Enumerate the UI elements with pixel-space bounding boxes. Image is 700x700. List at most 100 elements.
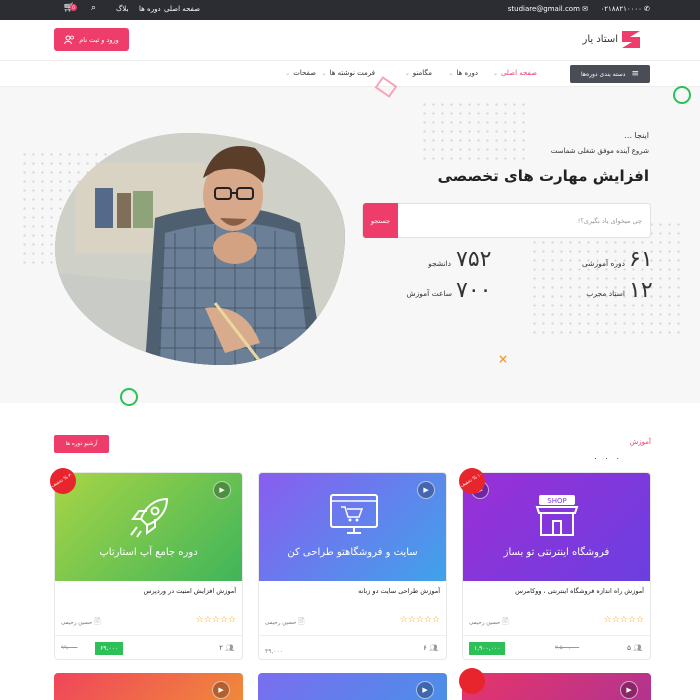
decor-circle [673,86,691,104]
stat-students-number: ۷۵۲ [456,247,492,272]
stat-students-label: دانشجو [428,259,451,268]
toplink-home[interactable]: صفحه اصلی [164,5,200,13]
rocket-icon [130,497,169,538]
chevron-down-icon: ⌄ [285,70,291,77]
nav-megamenu[interactable]: مگامنو⌄ [405,69,432,77]
course-card[interactable]: SHOP فروشگاه اینترنتی تو بساز ▶ آموزش را… [462,472,651,660]
section-dots: . . . [594,452,622,461]
email-link[interactable]: ✉ studiare@gmail.com [508,5,588,13]
nav-post-formats-label: فرمت نوشته ها [329,69,375,77]
price-text: ۴۹,۰۰۰ [265,648,284,655]
student-count: 👥︎ ۶ [423,644,438,652]
stat-courses-number: ۶۱ [629,247,653,272]
dot-pattern [530,220,680,340]
course-image-title: دوره جامع آپ استارتاپ [99,547,198,558]
search-button[interactable]: جستجو [363,203,398,238]
users-icon: 👥︎ [429,644,438,652]
teacher-avatar-icon: 🖹︎ [298,617,305,626]
course-image[interactable]: SHOP فروشگاه اینترنتی تو بساز ▶ [463,473,650,581]
play-icon[interactable]: ▶ [416,681,434,699]
nav-post-formats[interactable]: فرمت نوشته ها⌄ [322,69,375,77]
teacher-name-text: حسین رحیمی [469,620,501,626]
stat-teachers-number: ۱۲ [629,278,653,303]
course-name[interactable]: آموزش راه اندازه فروشگاه اینترنتی ، ووکا… [515,587,644,595]
chevron-down-icon: ⌄ [448,70,454,77]
stat-teachers-label: استاد مجرب [586,289,625,298]
course-card-partial[interactable]: ▶ [54,673,243,700]
teacher-name: 🖹︎ حسین رحیمی [61,616,101,630]
stat-courses-label: دوره آموزشی [581,259,625,268]
mail-icon: ✉ [582,5,588,13]
phone-number[interactable]: ✆ ۰۲۱۸۸۲۱۰۰۰۰ [601,5,650,13]
svg-text:SHOP: SHOP [547,497,566,505]
play-icon[interactable]: ▶ [212,681,230,699]
old-price: ۹۹,۰۰۰ [61,645,78,651]
card-footer: 👥︎ ۲ ۶۹,۰۰۰ ۹۹,۰۰۰ [55,635,242,659]
phone-icon: ✆ [644,5,650,13]
email-text: studiare@gmail.com [507,5,580,13]
rating-stars: ☆☆☆☆☆ [195,615,236,625]
course-card-partial[interactable]: ▶ [462,673,651,700]
old-price: ۲,۵۰۰,۰۰۰ [555,645,580,651]
nav-megamenu-label: مگامنو [412,69,432,77]
login-button[interactable]: ورود و ثبت نام [54,28,129,51]
toplink-courses[interactable]: دوره ها [139,5,161,13]
chevron-down-icon: ⌄ [404,70,410,77]
play-icon[interactable]: ▶ [213,481,231,499]
student-count-value: ۵ [627,644,631,652]
course-card-partial[interactable]: ▶ [258,673,447,700]
teacher-name: 🖹︎ حسین رحیمی [469,616,509,630]
hamburger-icon: ≡ [631,69,640,79]
dot-pattern [420,100,530,160]
student-count-value: ۲ [219,644,223,652]
course-card[interactable]: دوره جامع آپ استارتاپ ▶ آموزش افزایش امن… [54,472,243,660]
top-bar: ✆ ۰۲۱۸۸۲۱۰۰۰۰ ✉ studiare@gmail.com صفحه … [0,0,700,20]
play-icon[interactable]: ▶ [620,681,638,699]
stat-hours-number: ۷۰۰ [456,278,492,303]
price-badge: ۱,۹۰۰,۰۰۰ [469,642,506,655]
main-nav: ≡ دسته بندی دوره‌ها صفحه اصلی⌄ دوره ها⌄ … [0,60,700,87]
hero-subtitle: شروع آینده موفق شغلی شماست [550,147,649,155]
course-name[interactable]: آموزش افزایش امنیت در وردپرس [143,587,236,595]
logo-text[interactable]: استاد یار [582,34,618,45]
teacher-avatar-icon: 🖹︎ [94,617,101,626]
hero-search: چی میخوای یاد بگیری؟! جستجو [362,203,651,238]
student-count: 👥︎ ۵ [627,644,642,652]
phone-text: ۰۲۱۸۸۲۱۰۰۰۰ [600,5,642,13]
users-icon: 👥︎ [225,644,234,652]
stat-hours-label: ساعت آموزش [406,289,452,298]
teacher-name-text: حسین رحیمی [61,620,93,626]
nav-pages-label: صفحات [293,69,316,77]
section-label: آموزش [629,438,651,446]
course-card[interactable]: سایت و فروشگاهتو طراحی کن ▶ آموزش طراحی … [258,472,447,660]
course-image[interactable]: سایت و فروشگاهتو طراحی کن ▶ [259,473,446,581]
course-name[interactable]: آموزش طراحی سایت دو زبانه [358,587,440,595]
archive-button[interactable]: آرشیو دوره ها [54,435,109,453]
nav-home[interactable]: صفحه اصلی⌄ [493,69,537,77]
nav-courses[interactable]: دوره ها⌄ [448,69,478,77]
users-icon: 👥︎ [633,644,642,652]
student-count: 👥︎ ۲ [219,644,234,652]
site-header: استاد یار ورود و ثبت نام [0,20,700,60]
logo-icon[interactable] [622,31,640,48]
login-label: ورود و ثبت نام [79,35,119,44]
rating-stars: ☆☆☆☆☆ [399,615,440,625]
toplink-blog[interactable]: بلاگ [116,5,128,13]
category-menu-button[interactable]: ≡ دسته بندی دوره‌ها [570,65,650,83]
nav-pages[interactable]: صفحات⌄ [285,69,316,77]
course-image[interactable]: دوره جامع آپ استارتاپ ▶ [55,473,242,581]
student-count-value: ۶ [423,644,427,652]
teacher-name-text: حسین رحیمی [265,620,297,626]
chevron-down-icon: ⌄ [492,70,498,77]
cart-badge: 0 [70,4,77,11]
card-footer: 👥︎ ۵ ۱,۹۰۰,۰۰۰ ۲,۵۰۰,۰۰۰ [463,635,650,659]
play-icon[interactable]: ▶ [417,481,435,499]
search-icon[interactable]: ⌕ [91,3,96,13]
monitor-cart-icon [330,494,378,534]
rating-stars: ☆☆☆☆☆ [603,615,644,625]
hero-kicker: اینجا ... [624,131,649,140]
nav-home-label: صفحه اصلی [500,69,537,77]
chevron-down-icon: ⌄ [321,70,327,77]
teacher-avatar-icon: 🖹︎ [502,617,509,626]
shop-icon: SHOP [535,495,579,536]
